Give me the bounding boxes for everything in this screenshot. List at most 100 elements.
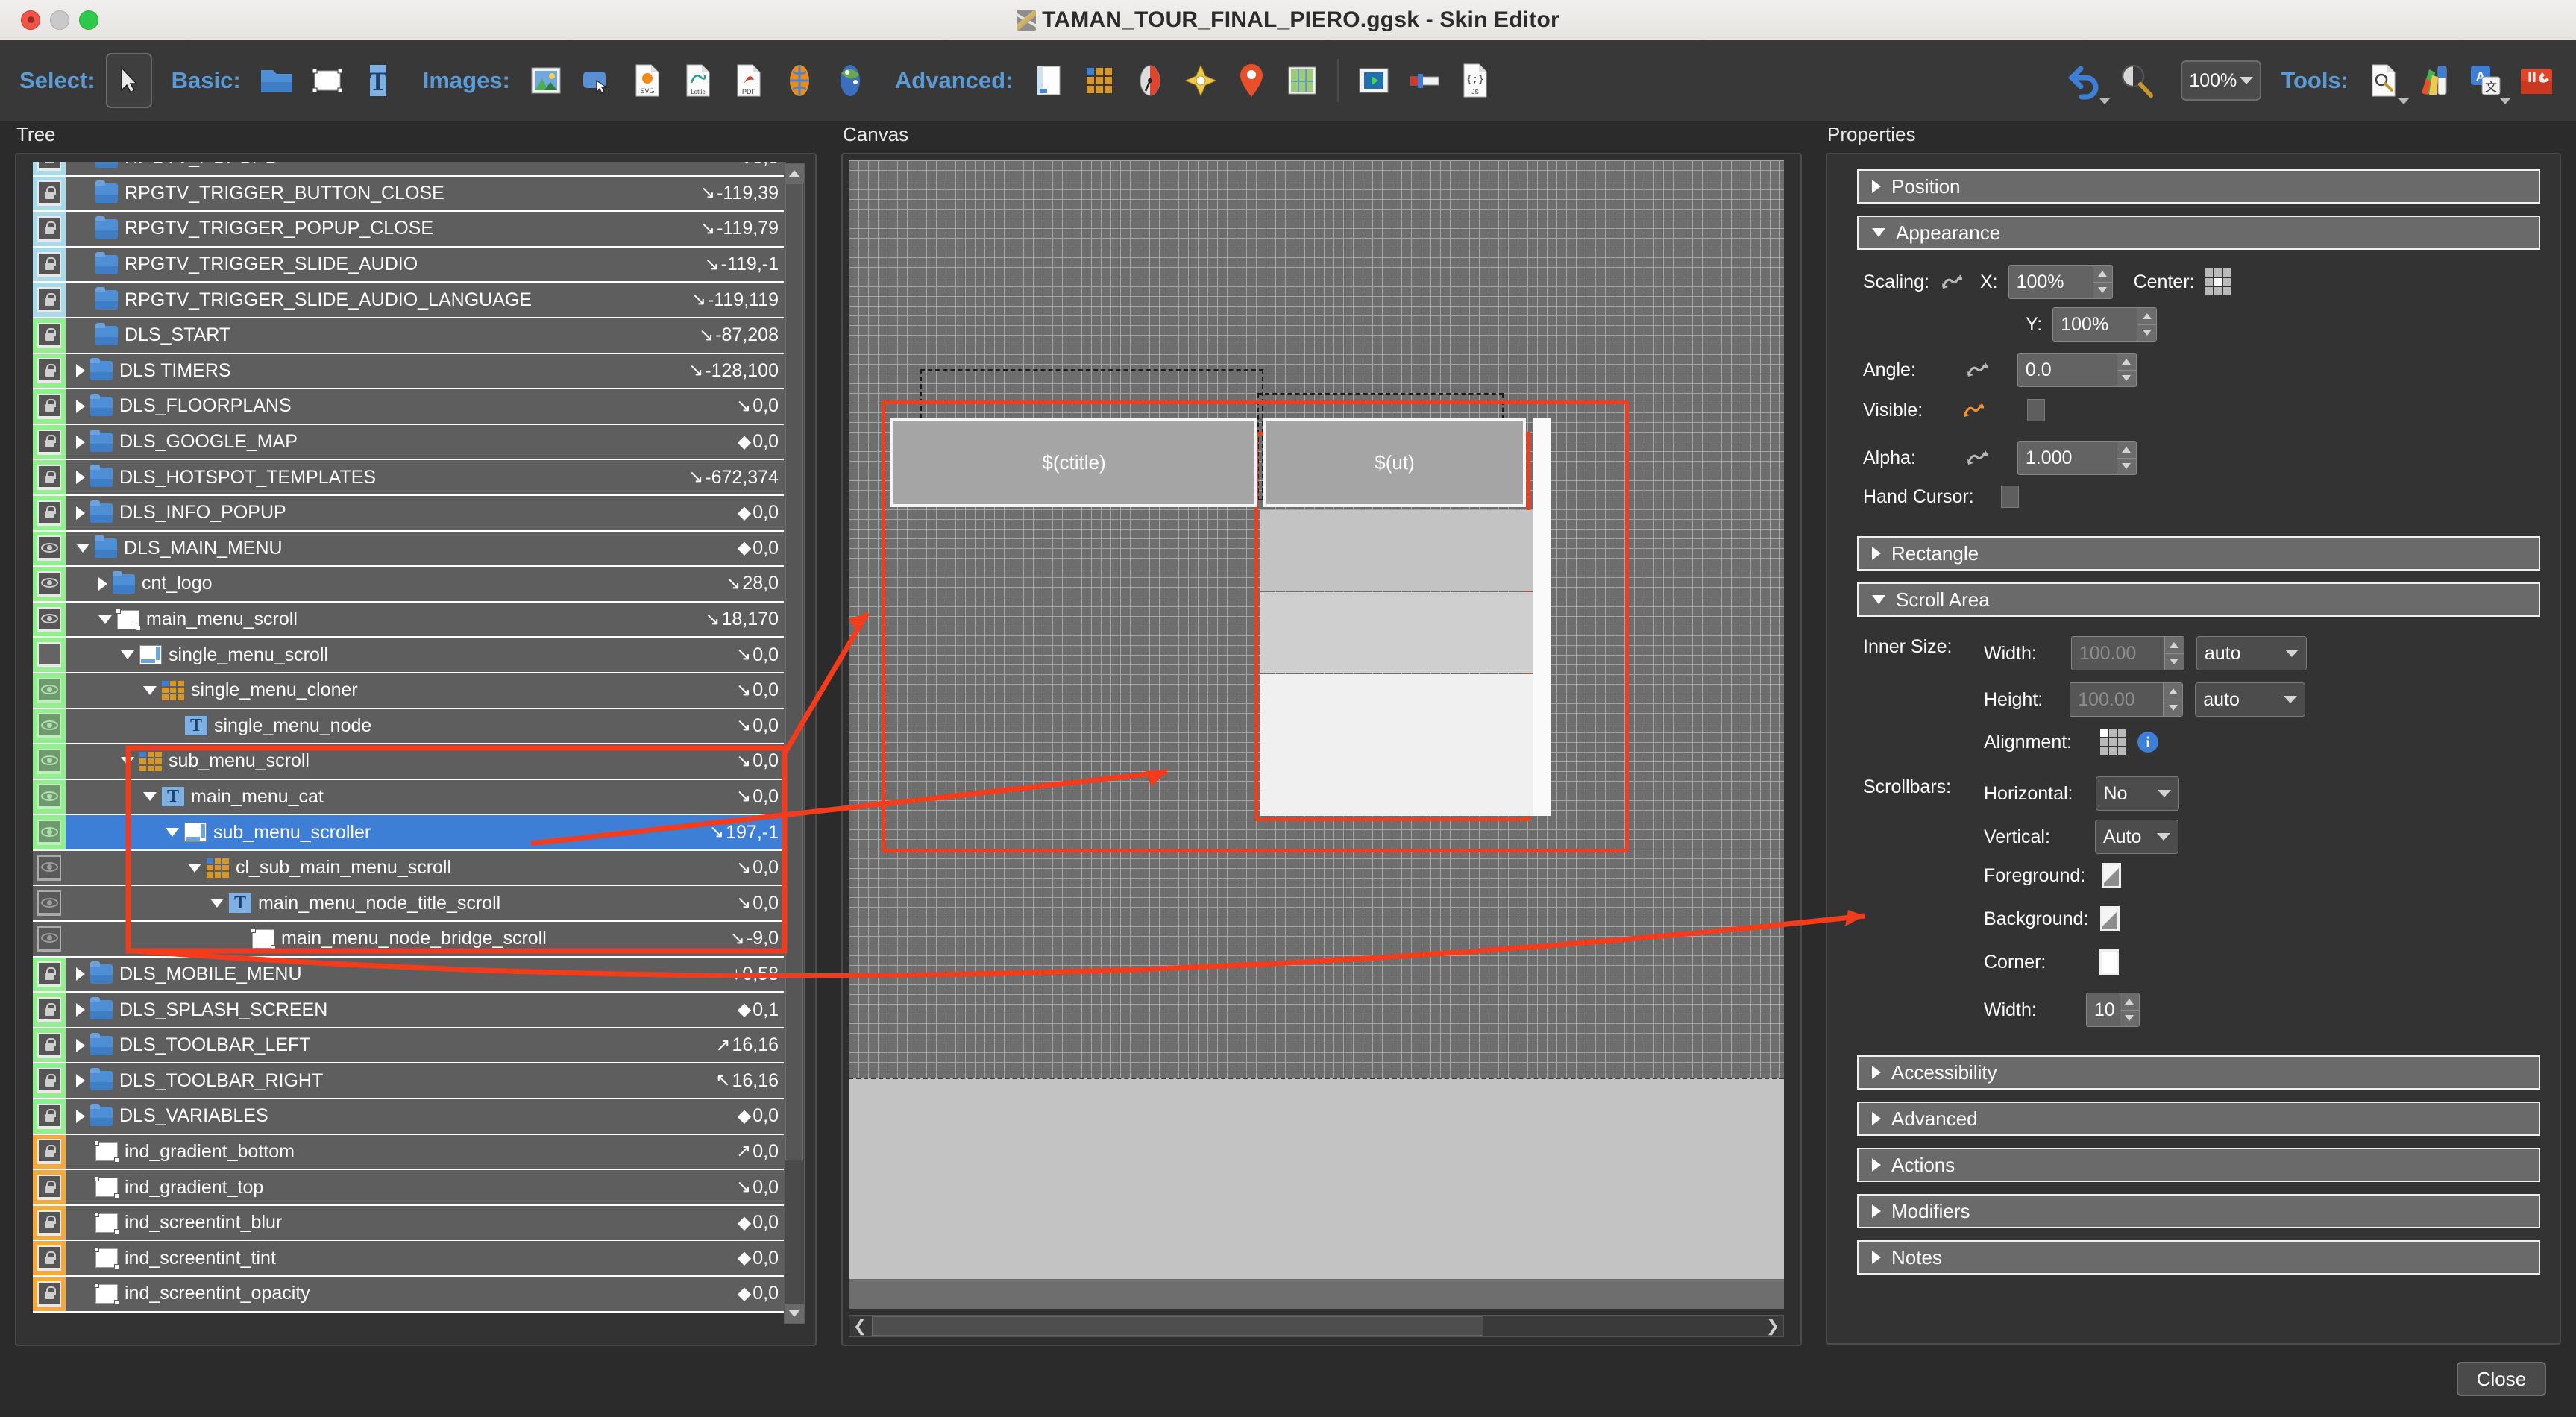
twisty-icon[interactable] (143, 685, 157, 695)
add-compass-button[interactable] (1179, 59, 1222, 102)
eye-icon[interactable] (37, 535, 61, 562)
scroll-alignment-picker[interactable] (2100, 729, 2126, 755)
lock-icon[interactable] (37, 500, 61, 526)
twisty-icon[interactable] (76, 506, 85, 520)
tree-row-body[interactable]: single_menu_scroll ↘ 0,0 (66, 638, 786, 672)
add-lottie-button[interactable]: Lottie (676, 59, 720, 102)
scroll-up-button[interactable] (785, 164, 804, 183)
twisty-icon[interactable] (98, 615, 112, 624)
tree-row[interactable]: DLS_HOTSPOT_TEMPLATES ↘ -672,374 (33, 460, 786, 496)
tree-row[interactable]: DLS_FLOORPLANS ↘ 0,0 (33, 389, 786, 425)
tree-row-visibility-cell[interactable] (33, 1205, 66, 1240)
lock-icon[interactable] (37, 997, 61, 1023)
twisty-icon[interactable] (76, 1187, 90, 1188)
section-actions[interactable]: Actions (1857, 1148, 2540, 1182)
tree-row-visibility-cell[interactable] (33, 708, 66, 744)
scroll-down-button[interactable] (785, 1304, 804, 1323)
tree-row-visibility-cell[interactable] (33, 1028, 66, 1063)
twisty-icon[interactable] (76, 544, 89, 553)
visible-checkbox[interactable] (2027, 399, 2046, 421)
tree-row-visibility-cell[interactable] (33, 212, 66, 246)
section-scroll-area[interactable]: Scroll Area (1857, 582, 2540, 617)
lock-icon[interactable] (37, 465, 61, 491)
add-pin-button[interactable] (1230, 59, 1273, 102)
twisty-icon[interactable] (76, 471, 85, 485)
tree-row-body[interactable]: RPGTV_TRIGGER_SLIDE_AUDIO ↘ -119,-1 (66, 248, 786, 282)
twisty-icon[interactable] (121, 650, 134, 660)
tree-row[interactable]: single_menu_scroll ↘ 0,0 (33, 638, 786, 673)
canvas-ctitle-bar[interactable]: $(ctitle) (890, 418, 1257, 507)
tree-row[interactable]: DLS_TOOLBAR_LEFT ↗ 16,16 (33, 1028, 786, 1064)
tree-row-body[interactable]: DLS_SPLASH_SCREEN ◆ 0,1 (66, 993, 786, 1027)
tree-row-visibility-cell[interactable] (33, 283, 66, 317)
tree-row[interactable]: ind_screentint_opacity ◆ 0,0 (33, 1277, 786, 1313)
tree-row[interactable]: RPGTV_TRIGGER_POPUP_CLOSE ↘ -119,79 (33, 212, 786, 248)
scrollbar-width-input[interactable]: 10 (2085, 993, 2140, 1027)
alpha-input[interactable]: 1.000 (2017, 441, 2137, 475)
tree-row-body[interactable]: cnt_logo ↘ 28,0 (66, 567, 786, 601)
scaling-y-input[interactable]: 100% (2052, 307, 2158, 342)
lock-icon[interactable] (37, 1068, 61, 1094)
eye-icon[interactable] (37, 855, 61, 881)
tree-row-visibility-cell[interactable] (33, 389, 66, 424)
canvas-scroller-scrollbar-track[interactable] (1533, 418, 1551, 816)
tree-row[interactable]: cnt_logo ↘ 28,0 (33, 567, 786, 603)
tree-row[interactable]: Tsingle_menu_node ↘ 0,0 (33, 708, 786, 745)
scrollbar-horizontal-select[interactable]: No (2095, 776, 2179, 811)
eye-icon[interactable] (37, 606, 61, 632)
tree-row[interactable]: DLS_SPLASH_SCREEN ◆ 0,1 (33, 993, 786, 1028)
inspector-dropdown-caret-icon[interactable] (2398, 98, 2409, 104)
lock-icon[interactable] (37, 1103, 61, 1129)
undo-button[interactable] (2064, 59, 2111, 104)
scrollbar-thumb[interactable] (785, 183, 803, 1160)
lock-icon[interactable] (37, 322, 61, 348)
tree-row-visibility-cell[interactable] (33, 815, 66, 849)
twisty-icon[interactable] (76, 364, 85, 378)
tree-row-body[interactable]: DLS_START ↘ -87,208 (66, 318, 786, 353)
alpha-animate-icon[interactable] (1965, 447, 1988, 469)
tree-row[interactable]: sub_menu_scroll ↘ 0,0 (33, 744, 786, 780)
section-appearance[interactable]: Appearance (1857, 216, 2540, 250)
tree-row-body[interactable]: ind_gradient_top ↘ 0,0 (66, 1170, 786, 1204)
twisty-icon[interactable] (188, 863, 201, 873)
twisty-icon[interactable] (76, 335, 90, 336)
canvas-viewport[interactable]: $(ctitle) $(ut) (849, 160, 1784, 1309)
tree-row-visibility-cell[interactable] (33, 354, 66, 389)
tree-row[interactable]: RPGTV_TRIGGER_SLIDE_AUDIO_LANGUAGE ↘ -119,… (33, 283, 786, 318)
tree-row-visibility-cell[interactable] (33, 1063, 66, 1099)
inner-width-input[interactable]: 100.00 (2070, 636, 2184, 670)
tree-row-body[interactable]: RPGTV_TRIGGER_BUTTON_CLOSE ↘ -119,39 (66, 177, 786, 211)
inner-height-stepper[interactable] (2163, 683, 2183, 716)
close-button[interactable]: Close (2457, 1362, 2546, 1396)
toolbox-button[interactable] (2515, 59, 2558, 102)
twisty-icon[interactable] (76, 1003, 85, 1017)
tree-row-body[interactable]: RPGTV_TRIGGER_POPUP_CLOSE ↘ -119,79 (66, 212, 786, 246)
tree-row-body[interactable]: DLS_INFO_POPUP ◆ 0,0 (66, 496, 786, 530)
twisty-icon[interactable] (76, 1074, 85, 1088)
tree-row[interactable]: DLS_VARIABLES ◆ 0,0 (33, 1099, 786, 1135)
tree-row-body[interactable]: Tmain_menu_cat ↘ 0,0 (66, 780, 786, 814)
tree-row[interactable]: cl_sub_main_menu_scroll ↘ 0,0 (33, 850, 786, 887)
alpha-stepper[interactable] (2116, 442, 2136, 474)
canvas-horizontal-scrollbar[interactable]: ❮ ❯ (849, 1315, 1784, 1337)
section-notes[interactable]: Notes (1857, 1240, 2540, 1275)
eye-icon[interactable] (37, 926, 61, 952)
tree-row-body[interactable]: Tmain_menu_node_title_scroll ↘ 0,0 (66, 886, 786, 920)
translate-button[interactable]: A 文 (2464, 59, 2510, 104)
tree-row-body[interactable]: ind_screentint_tint ◆ 0,0 (66, 1241, 786, 1275)
add-timer-button[interactable] (1128, 59, 1172, 102)
scrollbar-background-color-swatch[interactable] (2100, 906, 2120, 931)
add-page-button[interactable] (1027, 59, 1070, 102)
section-position[interactable]: Position (1857, 169, 2540, 204)
lock-icon[interactable] (37, 216, 61, 242)
add-text-button[interactable]: T (356, 59, 400, 102)
tree-row[interactable]: DLS_TOOLBAR_RIGHT ↖ 16,16 (33, 1063, 786, 1100)
twisty-icon[interactable] (76, 193, 90, 194)
scrollbar-vertical-select[interactable]: Auto (2094, 820, 2178, 854)
tree-row-visibility-cell[interactable] (33, 922, 66, 956)
scaling-x-input[interactable]: 100% (2008, 265, 2113, 299)
canvas-hscroll-thumb[interactable] (872, 1316, 1483, 1336)
eye-icon[interactable] (37, 571, 61, 597)
canvas-ut-bar[interactable]: $(ut) (1263, 418, 1526, 507)
tree-row-body[interactable]: ind_gradient_bottom ↗ 0,0 (66, 1135, 786, 1169)
